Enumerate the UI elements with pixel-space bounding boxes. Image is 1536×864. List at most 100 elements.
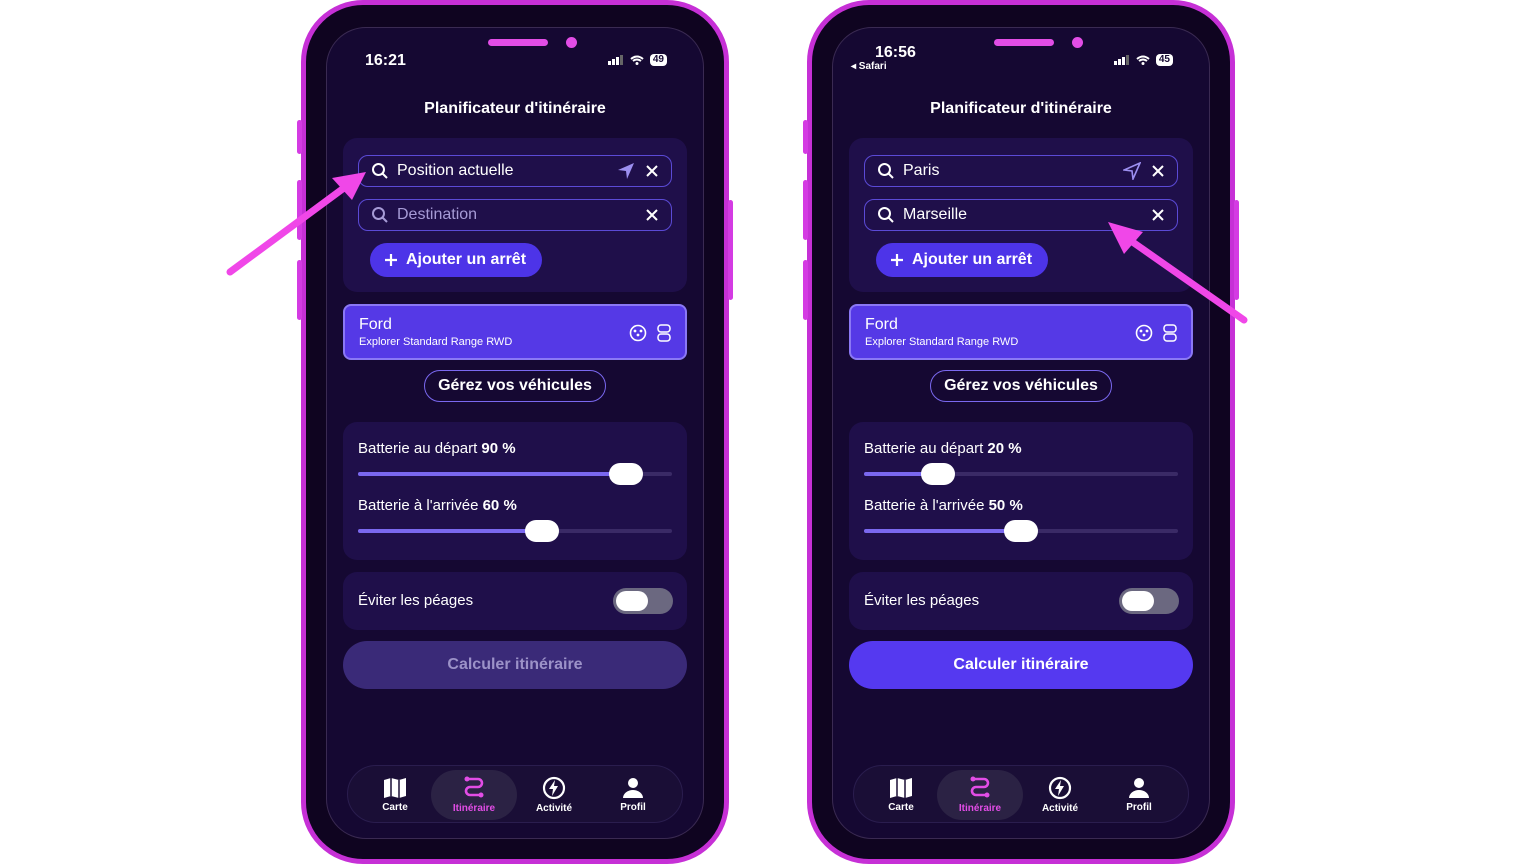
tolls-label: Éviter les péages (358, 592, 474, 609)
destination-input[interactable]: Marseille (864, 199, 1178, 231)
battery-card: Batterie au départ 20 % Batterie à l'arr… (849, 422, 1193, 560)
locate-icon[interactable] (617, 162, 635, 180)
wifi-icon (630, 55, 644, 65)
battery-end-fill (358, 529, 542, 533)
battery-card: Batterie au départ 90 % Batterie à l'arr… (343, 422, 687, 560)
back-to-safari[interactable]: ◂ Safari (851, 61, 887, 72)
clear-destination-icon[interactable] (645, 208, 659, 222)
origin-value: Position actuelle (397, 162, 514, 179)
search-icon (878, 207, 894, 223)
add-stop-label: Ajouter un arrêt (406, 251, 527, 268)
signal-icon (1113, 55, 1129, 65)
origin-input[interactable]: Paris (864, 155, 1178, 187)
add-stop-button[interactable]: Ajouter un arrêt (370, 243, 543, 277)
clear-destination-icon[interactable] (1151, 208, 1165, 222)
battery-end-slider[interactable] (358, 520, 672, 542)
side-button (297, 260, 302, 320)
tab-activite[interactable]: Activité (511, 770, 597, 820)
battery-end-slider[interactable] (864, 520, 1178, 542)
status-icons: 45 (1113, 54, 1173, 66)
route-icon (970, 776, 990, 798)
destination-input[interactable]: Destination (358, 199, 672, 231)
vehicle-card[interactable]: Ford Explorer Standard Range RWD (343, 304, 687, 360)
tolls-toggle[interactable] (1119, 588, 1179, 614)
battery-level: 45 (1155, 54, 1173, 66)
map-icon (384, 778, 406, 798)
calculate-button[interactable]: Calculer itinéraire (343, 641, 687, 689)
type2-plug-icon (657, 324, 671, 342)
charging-activity-icon (542, 776, 566, 800)
tab-itineraire[interactable]: Itinéraire (431, 770, 517, 820)
tab-itineraire[interactable]: Itinéraire (937, 770, 1023, 820)
tab-carte[interactable]: Carte (858, 770, 944, 820)
plus-icon (891, 254, 903, 266)
manage-vehicles-button[interactable]: Gérez vos véhicules (424, 370, 606, 402)
battery-start-knob[interactable] (921, 463, 955, 485)
battery-start-label: Batterie au départ 90 % (358, 440, 516, 457)
tolls-card: Éviter les péages (849, 572, 1193, 630)
tab-bar: Carte Itinéraire Activité Profil (853, 765, 1189, 823)
search-icon (878, 163, 894, 179)
origin-value: Paris (903, 162, 940, 179)
route-icon (464, 776, 484, 798)
battery-end-knob[interactable] (1004, 520, 1038, 542)
user-icon (623, 778, 643, 798)
battery-end-fill (864, 529, 1021, 533)
locate-icon[interactable] (1123, 162, 1141, 180)
battery-level: 49 (649, 54, 667, 66)
plug-icons (1135, 324, 1177, 342)
plus-icon (385, 254, 397, 266)
battery-end-knob[interactable] (525, 520, 559, 542)
vehicle-card[interactable]: Ford Explorer Standard Range RWD (849, 304, 1193, 360)
page-title: Planificateur d'itinéraire (930, 100, 1112, 117)
side-button (297, 120, 302, 154)
signal-icon (607, 55, 623, 65)
status-time: 16:21 (365, 52, 406, 69)
vehicle-brand: Ford (359, 316, 392, 333)
add-stop-button[interactable]: Ajouter un arrêt (876, 243, 1049, 277)
origin-input[interactable]: Position actuelle (358, 155, 672, 187)
route-card: Paris Marseille Ajouter un arrêt (849, 138, 1193, 292)
manage-vehicles-button[interactable]: Gérez vos véhicules (930, 370, 1112, 402)
search-icon (372, 207, 388, 223)
battery-start-label: Batterie au départ 20 % (864, 440, 1022, 457)
battery-start-knob[interactable] (609, 463, 643, 485)
tab-bar: Carte Itinéraire Activité Profil (347, 765, 683, 823)
map-icon (890, 778, 912, 798)
clear-origin-icon[interactable] (1151, 164, 1165, 178)
clear-origin-icon[interactable] (645, 164, 659, 178)
side-button (728, 200, 733, 300)
vehicle-model: Explorer Standard Range RWD (359, 336, 513, 348)
ccs-plug-icon (1135, 324, 1153, 342)
battery-end-label: Batterie à l'arrivée 60 % (358, 497, 517, 514)
vehicle-brand: Ford (865, 316, 898, 333)
tolls-label: Éviter les péages (864, 592, 980, 609)
status-icons: 49 (607, 54, 667, 66)
tolls-card: Éviter les péages (343, 572, 687, 630)
battery-start-slider[interactable] (864, 463, 1178, 485)
tab-carte[interactable]: Carte (352, 770, 438, 820)
tolls-toggle[interactable] (613, 588, 673, 614)
status-time: 16:56 (875, 44, 916, 61)
battery-start-fill (358, 472, 626, 476)
plug-icons (629, 324, 671, 342)
tab-profil[interactable]: Profil (590, 770, 676, 820)
add-stop-label: Ajouter un arrêt (912, 251, 1033, 268)
battery-start-slider[interactable] (358, 463, 672, 485)
phone-left: 16:21 49 Planificateur d'itinéraire Posi… (297, 0, 733, 864)
screen: 16:56 ◂ Safari 45 Planificateur d'itinér… (832, 27, 1210, 839)
notch-camera (566, 37, 577, 48)
battery-end-label: Batterie à l'arrivée 50 % (864, 497, 1023, 514)
side-button (1234, 200, 1239, 300)
page-title: Planificateur d'itinéraire (424, 100, 606, 117)
destination-value: Marseille (903, 206, 968, 223)
tab-activite[interactable]: Activité (1017, 770, 1103, 820)
side-button (803, 180, 808, 240)
type2-plug-icon (1163, 324, 1177, 342)
tab-profil[interactable]: Profil (1096, 770, 1182, 820)
screen: 16:21 49 Planificateur d'itinéraire Posi… (326, 27, 704, 839)
phone-right: 16:56 ◂ Safari 45 Planificateur d'itinér… (803, 0, 1239, 864)
calculate-button[interactable]: Calculer itinéraire (849, 641, 1193, 689)
notch-camera (1072, 37, 1083, 48)
notch-speaker (994, 39, 1054, 46)
